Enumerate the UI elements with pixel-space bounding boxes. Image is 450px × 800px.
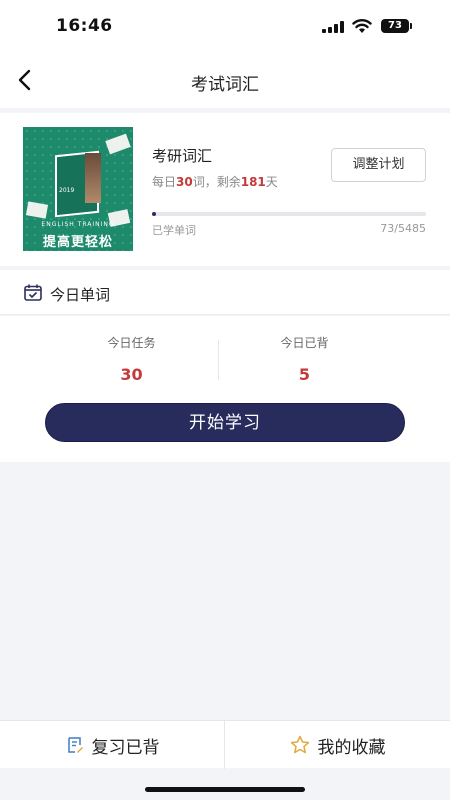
review-learned-label: 复习已背 [91,737,160,758]
book-cover[interactable]: 2019 ENGLISH TRAINING 提高更轻松 [23,127,133,251]
bottom-bar: 复习已背 我的收藏 [0,720,450,769]
today-done-stat: 今日已背 5 [217,334,392,384]
status-time: 16:46 [56,16,113,36]
adjust-plan-button[interactable]: 调整计划 [331,148,426,182]
book-card: 2019 ENGLISH TRAINING 提高更轻松 考研词汇 每日30词，剩… [0,113,450,266]
today-words-header: 今日单词 [0,270,450,315]
progress-fill [152,212,157,216]
cover-photo [85,153,101,203]
status-bar: 16:46 73 [0,0,450,52]
cover-english-title: ENGLISH TRAINING [41,221,115,228]
home-indicator [145,787,305,792]
today-task-stat: 今日任务 30 [44,334,219,384]
my-favorites-label: 我的收藏 [317,737,386,758]
review-learned-button[interactable]: 复习已背 [0,721,225,769]
today-stats: 今日任务 30 今日已背 5 开始学习 [0,316,450,462]
my-favorites-button[interactable]: 我的收藏 [225,721,450,769]
daily-count: 30 [176,175,193,189]
signal-icon [322,21,344,33]
wifi-icon [352,19,372,33]
progress-bar [152,212,426,216]
today-words-title: 今日单词 [50,286,111,304]
nav-bar: 考试词汇 [0,52,450,108]
cover-year: 2019 [59,187,75,194]
today-task-value: 30 [120,365,143,384]
page-title: 考试词汇 [191,75,259,95]
book-title: 考研词汇 [152,147,213,165]
calendar-check-icon [24,284,42,301]
battery-icon: 73 [381,19,409,33]
battery-cap [410,23,412,29]
review-note-icon [67,737,83,753]
plan-summary: 每日30词，剩余181天 [152,175,278,189]
days-left: 181 [240,175,266,189]
learned-label: 已学单词 [152,224,196,237]
today-task-label: 今日任务 [107,336,156,350]
today-done-label: 今日已背 [280,336,329,350]
learned-count: 73/5485 [380,222,426,235]
start-learning-button[interactable]: 开始学习 [45,403,405,442]
star-icon [290,735,309,754]
cover-chinese-title: 提高更轻松 [42,235,113,250]
today-done-value: 5 [298,365,311,384]
